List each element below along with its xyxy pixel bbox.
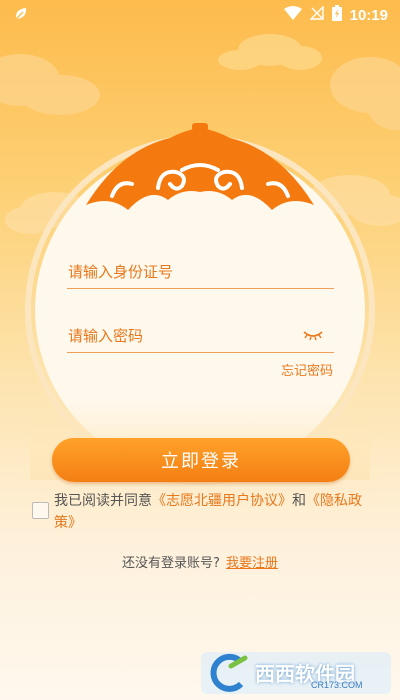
user-agreement-link[interactable]: 《志愿北疆用户协议》 <box>152 493 292 509</box>
agreement-checkbox[interactable] <box>32 502 49 519</box>
password-placeholder: 请输入密码 <box>68 327 144 345</box>
login-panel: 请输入身份证号 请输入密码 忘记密码 立即登录 我已阅读并同意《志愿北疆用户协议… <box>0 0 400 700</box>
agreement-text: 我已阅读并同意《志愿北疆用户协议》和《隐私政策》 <box>54 490 372 534</box>
password-field[interactable]: 请输入密码 <box>67 315 334 353</box>
eye-closed-icon[interactable] <box>302 326 324 345</box>
watermark-logo: 西西软件园 CR173.COM <box>201 652 391 694</box>
register-row: 还没有登录账号? 我要注册 <box>0 552 400 571</box>
register-prompt: 还没有登录账号? <box>121 556 220 571</box>
register-link[interactable]: 我要注册 <box>226 556 278 571</box>
agreement-and: 和 <box>292 493 306 509</box>
id-number-placeholder: 请输入身份证号 <box>68 263 174 281</box>
agreement-prefix: 我已阅读并同意 <box>54 493 152 509</box>
id-number-field[interactable]: 请输入身份证号 <box>67 251 334 289</box>
forgot-password-link[interactable]: 忘记密码 <box>281 360 333 379</box>
login-button[interactable]: 立即登录 <box>52 438 350 482</box>
watermark-url: CR173.COM <box>311 680 363 690</box>
